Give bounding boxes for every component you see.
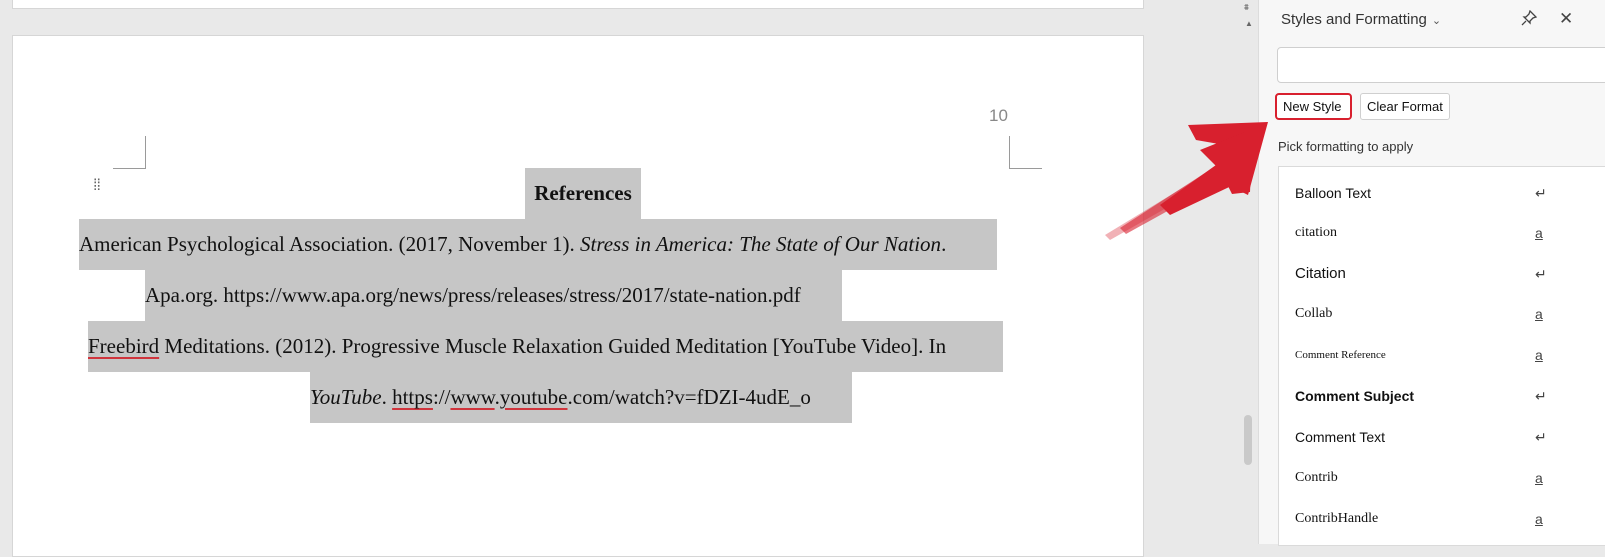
- pick-formatting-label: Pick formatting to apply: [1278, 139, 1414, 154]
- reference-2-line-1[interactable]: Freebird Meditations. (2012). Progressiv…: [88, 321, 1003, 372]
- character-style-icon: a: [1535, 511, 1543, 527]
- style-item-label: Balloon Text: [1295, 185, 1372, 201]
- paragraph-style-icon: ↵: [1535, 185, 1547, 201]
- reference-2-line-2[interactable]: YouTube. https://www.youtube.com/watch?v…: [310, 372, 852, 423]
- chevron-down-icon[interactable]: ⌄: [1432, 15, 1441, 27]
- style-item[interactable]: Balloon Text ↵: [1279, 173, 1605, 213]
- style-item-label: ContribHandle: [1295, 511, 1379, 526]
- drag-handle-icon[interactable]: ⁞⁞: [93, 178, 101, 194]
- style-item-label: Comment Subject: [1295, 388, 1415, 404]
- clear-format-button[interactable]: Clear Format: [1360, 93, 1450, 120]
- styles-panel: Styles and Formatting ⌄ ✕ New Style Clear…: [1258, 0, 1605, 546]
- heading-text: References: [534, 181, 632, 205]
- previous-page: [12, 0, 1144, 9]
- character-style-icon: a: [1535, 347, 1543, 363]
- ref2-url-part: www: [450, 385, 495, 409]
- paragraph-style-icon: ↵: [1535, 388, 1547, 404]
- reference-1-line-1[interactable]: American Psychological Association. (201…: [79, 219, 997, 270]
- style-item-label: Comment Reference: [1295, 349, 1386, 361]
- style-item[interactable]: Collab a: [1279, 294, 1605, 334]
- ref1-url: Apa.org. https://www.apa.org/news/press/…: [145, 283, 801, 307]
- style-item[interactable]: Comment Text ↵: [1279, 417, 1605, 457]
- vertical-scrollbar[interactable]: ⩩ ▲: [1240, 0, 1258, 544]
- style-item[interactable]: ContribHandle a: [1279, 499, 1605, 539]
- style-item-label: citation: [1295, 225, 1337, 240]
- ref1-author-date: American Psychological Association. (201…: [79, 232, 580, 256]
- pin-icon[interactable]: [1521, 9, 1538, 30]
- document-area: 10 ⁞⁞ References American Psychological …: [0, 0, 1258, 557]
- red-arrow-annotation: [1105, 122, 1268, 240]
- ref2-url-part: https: [392, 385, 433, 409]
- ref2-title: Meditations. (2012). Progressive Muscle …: [159, 334, 947, 358]
- character-style-icon: a: [1535, 225, 1543, 241]
- scroll-up-icon[interactable]: ▲: [1245, 19, 1253, 28]
- style-item[interactable]: Contrib a: [1279, 458, 1605, 498]
- paragraph-style-icon: ↵: [1535, 266, 1547, 282]
- paragraph-style-icon: ↵: [1535, 429, 1547, 445]
- split-handle-icon[interactable]: ⩩: [1244, 2, 1249, 13]
- style-item-label: Citation: [1295, 265, 1346, 282]
- scroll-thumb[interactable]: [1244, 415, 1252, 465]
- ref2-source: YouTube: [310, 385, 382, 409]
- style-item[interactable]: Citation ↵: [1279, 254, 1605, 294]
- character-style-icon: a: [1535, 470, 1543, 486]
- ref2-url-part: youtube: [499, 385, 568, 409]
- crop-mark-top-left: [113, 136, 146, 169]
- crop-mark-top-right: [1009, 136, 1042, 169]
- ref2-url-part: .com/watch?v=fDZI-4udE_o: [567, 385, 811, 409]
- character-style-icon: a: [1535, 306, 1543, 322]
- style-item[interactable]: Comment Subject ↵: [1279, 376, 1605, 416]
- panel-title[interactable]: Styles and Formatting ⌄: [1281, 11, 1441, 28]
- ref1-title: Stress in America: The State of Our Nati…: [579, 232, 942, 256]
- ref2-misspelled-word[interactable]: Freebird: [88, 334, 159, 358]
- style-item-label: Comment Text: [1295, 429, 1385, 445]
- new-style-button[interactable]: New Style: [1275, 93, 1352, 120]
- style-item[interactable]: Comment Reference a: [1279, 335, 1605, 375]
- style-item-label: Collab: [1295, 306, 1333, 321]
- ref2-url-part: ://: [432, 385, 451, 409]
- style-list[interactable]: Balloon Text ↵ citation a Citation ↵ Collab…: [1278, 166, 1605, 546]
- ref2-dot: .: [381, 385, 393, 409]
- ref1-period: .: [941, 232, 947, 256]
- references-heading[interactable]: References: [525, 168, 641, 219]
- style-item[interactable]: citation a: [1279, 213, 1605, 253]
- style-item-label: Contrib: [1295, 470, 1338, 485]
- close-icon[interactable]: ✕: [1559, 9, 1573, 29]
- reference-1-line-2[interactable]: Apa.org. https://www.apa.org/news/press/…: [145, 270, 842, 321]
- panel-title-text: Styles and Formatting: [1281, 11, 1427, 28]
- page-number: 10: [989, 106, 1008, 125]
- style-name-input[interactable]: [1277, 47, 1605, 83]
